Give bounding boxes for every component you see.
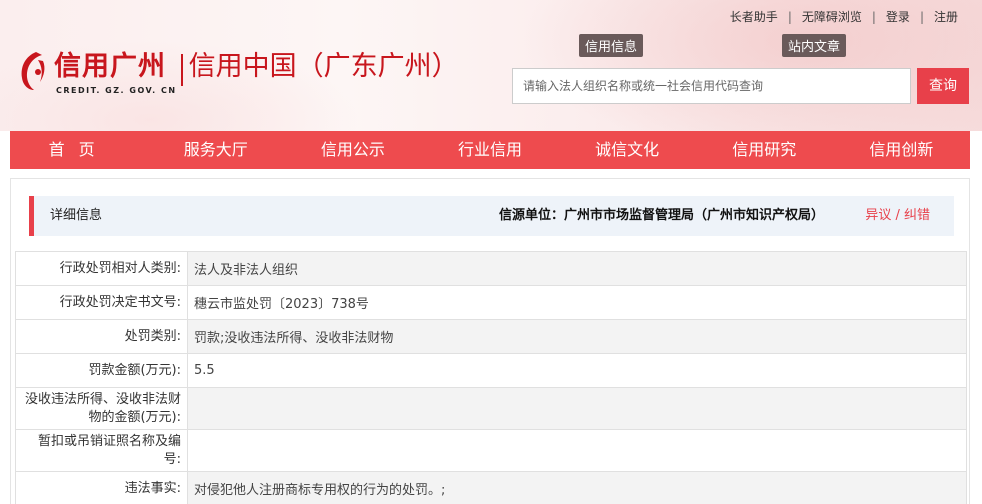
row-value: 对侵犯他人注册商标专用权的行为的处罚。; [187, 471, 967, 504]
accessibility-link[interactable]: 无障碍浏览 [792, 8, 872, 25]
table-row: 暂扣或吊销证照名称及编号: [15, 429, 967, 472]
row-value: 罚款;没收违法所得、没收非法财物 [187, 319, 967, 354]
row-label: 没收违法所得、没收非法财物的金额(万元): [15, 387, 188, 430]
detail-panel: 详细信息 信源单位：广州市市场监督管理局（广州市知识产权局） 异议 / 纠错 行… [10, 178, 970, 504]
objection-link[interactable]: 异议 / 纠错 [865, 196, 930, 236]
table-row: 罚款金额(万元): 5.5 [15, 353, 967, 388]
row-value: 5.5 [187, 353, 967, 388]
nav-item-home[interactable]: 首页 [10, 131, 147, 169]
row-value [187, 429, 967, 472]
info-table: 行政处罚相对人类别: 法人及非法人组织 行政处罚决定书文号: 穗云市监处罚〔20… [15, 251, 967, 504]
elder-assist-link[interactable]: 长者助手 [720, 8, 788, 25]
logo-emblem-icon [16, 50, 50, 92]
logo-divider [180, 54, 183, 86]
search-input[interactable]: 请输入法人组织名称或统一社会信用代码查询 [512, 68, 911, 104]
table-row: 处罚类别: 罚款;没收违法所得、没收非法财物 [15, 319, 967, 354]
site-title: 信用中国（广东广州） [188, 51, 459, 82]
nav-item-industry-credit[interactable]: 行业信用 [421, 131, 558, 169]
nav-item-credit-innovation[interactable]: 信用创新 [833, 131, 970, 169]
row-value: 穗云市监处罚〔2023〕738号 [187, 285, 967, 320]
row-label: 行政处罚相对人类别: [15, 251, 188, 286]
detail-header: 详细信息 信源单位：广州市市场监督管理局（广州市知识产权局） 异议 / 纠错 [29, 196, 954, 236]
register-link[interactable]: 注册 [924, 8, 968, 25]
login-link[interactable]: 登录 [876, 8, 920, 25]
row-label: 行政处罚决定书文号: [15, 285, 188, 320]
nav-item-credit-publicity[interactable]: 信用公示 [284, 131, 421, 169]
nav-item-credit-research[interactable]: 信用研究 [696, 131, 833, 169]
table-row: 违法事实: 对侵犯他人注册商标专用权的行为的处罚。; [15, 471, 967, 504]
main-nav: 首页 服务大厅 信用公示 行业信用 诚信文化 信用研究 信用创新 [10, 131, 970, 169]
top-links: 长者助手 | 无障碍浏览 | 登录 | 注册 [720, 8, 968, 25]
nav-item-integrity-culture[interactable]: 诚信文化 [559, 131, 696, 169]
tab-site-articles[interactable]: 站内文章 [782, 34, 847, 57]
row-value: 法人及非法人组织 [187, 251, 967, 286]
logo-text-block: 信用广州 CREDIT. GZ. GOV. CN [54, 50, 177, 95]
table-row: 没收违法所得、没收非法财物的金额(万元): [15, 387, 967, 430]
table-row: 行政处罚决定书文号: 穗云市监处罚〔2023〕738号 [15, 285, 967, 320]
logo-cn: 信用广州 [54, 51, 166, 82]
tab-credit-info[interactable]: 信用信息 [579, 34, 644, 57]
row-label: 罚款金额(万元): [15, 353, 188, 388]
nav-item-service-hall[interactable]: 服务大厅 [147, 131, 284, 169]
table-row: 行政处罚相对人类别: 法人及非法人组织 [15, 251, 967, 286]
row-label: 违法事实: [15, 471, 188, 504]
site-logo[interactable]: 信用广州 CREDIT. GZ. GOV. CN 信用中国（广东广州） [16, 50, 459, 95]
source-unit: 信源单位：广州市市场监督管理局（广州市知识产权局） [498, 208, 824, 223]
row-value [187, 387, 967, 430]
row-label: 暂扣或吊销证照名称及编号: [15, 429, 188, 472]
detail-title: 详细信息 [50, 208, 103, 223]
search-button[interactable]: 查询 [917, 68, 969, 104]
row-label: 处罚类别: [15, 319, 188, 354]
logo-en: CREDIT. GZ. GOV. CN [56, 86, 177, 95]
